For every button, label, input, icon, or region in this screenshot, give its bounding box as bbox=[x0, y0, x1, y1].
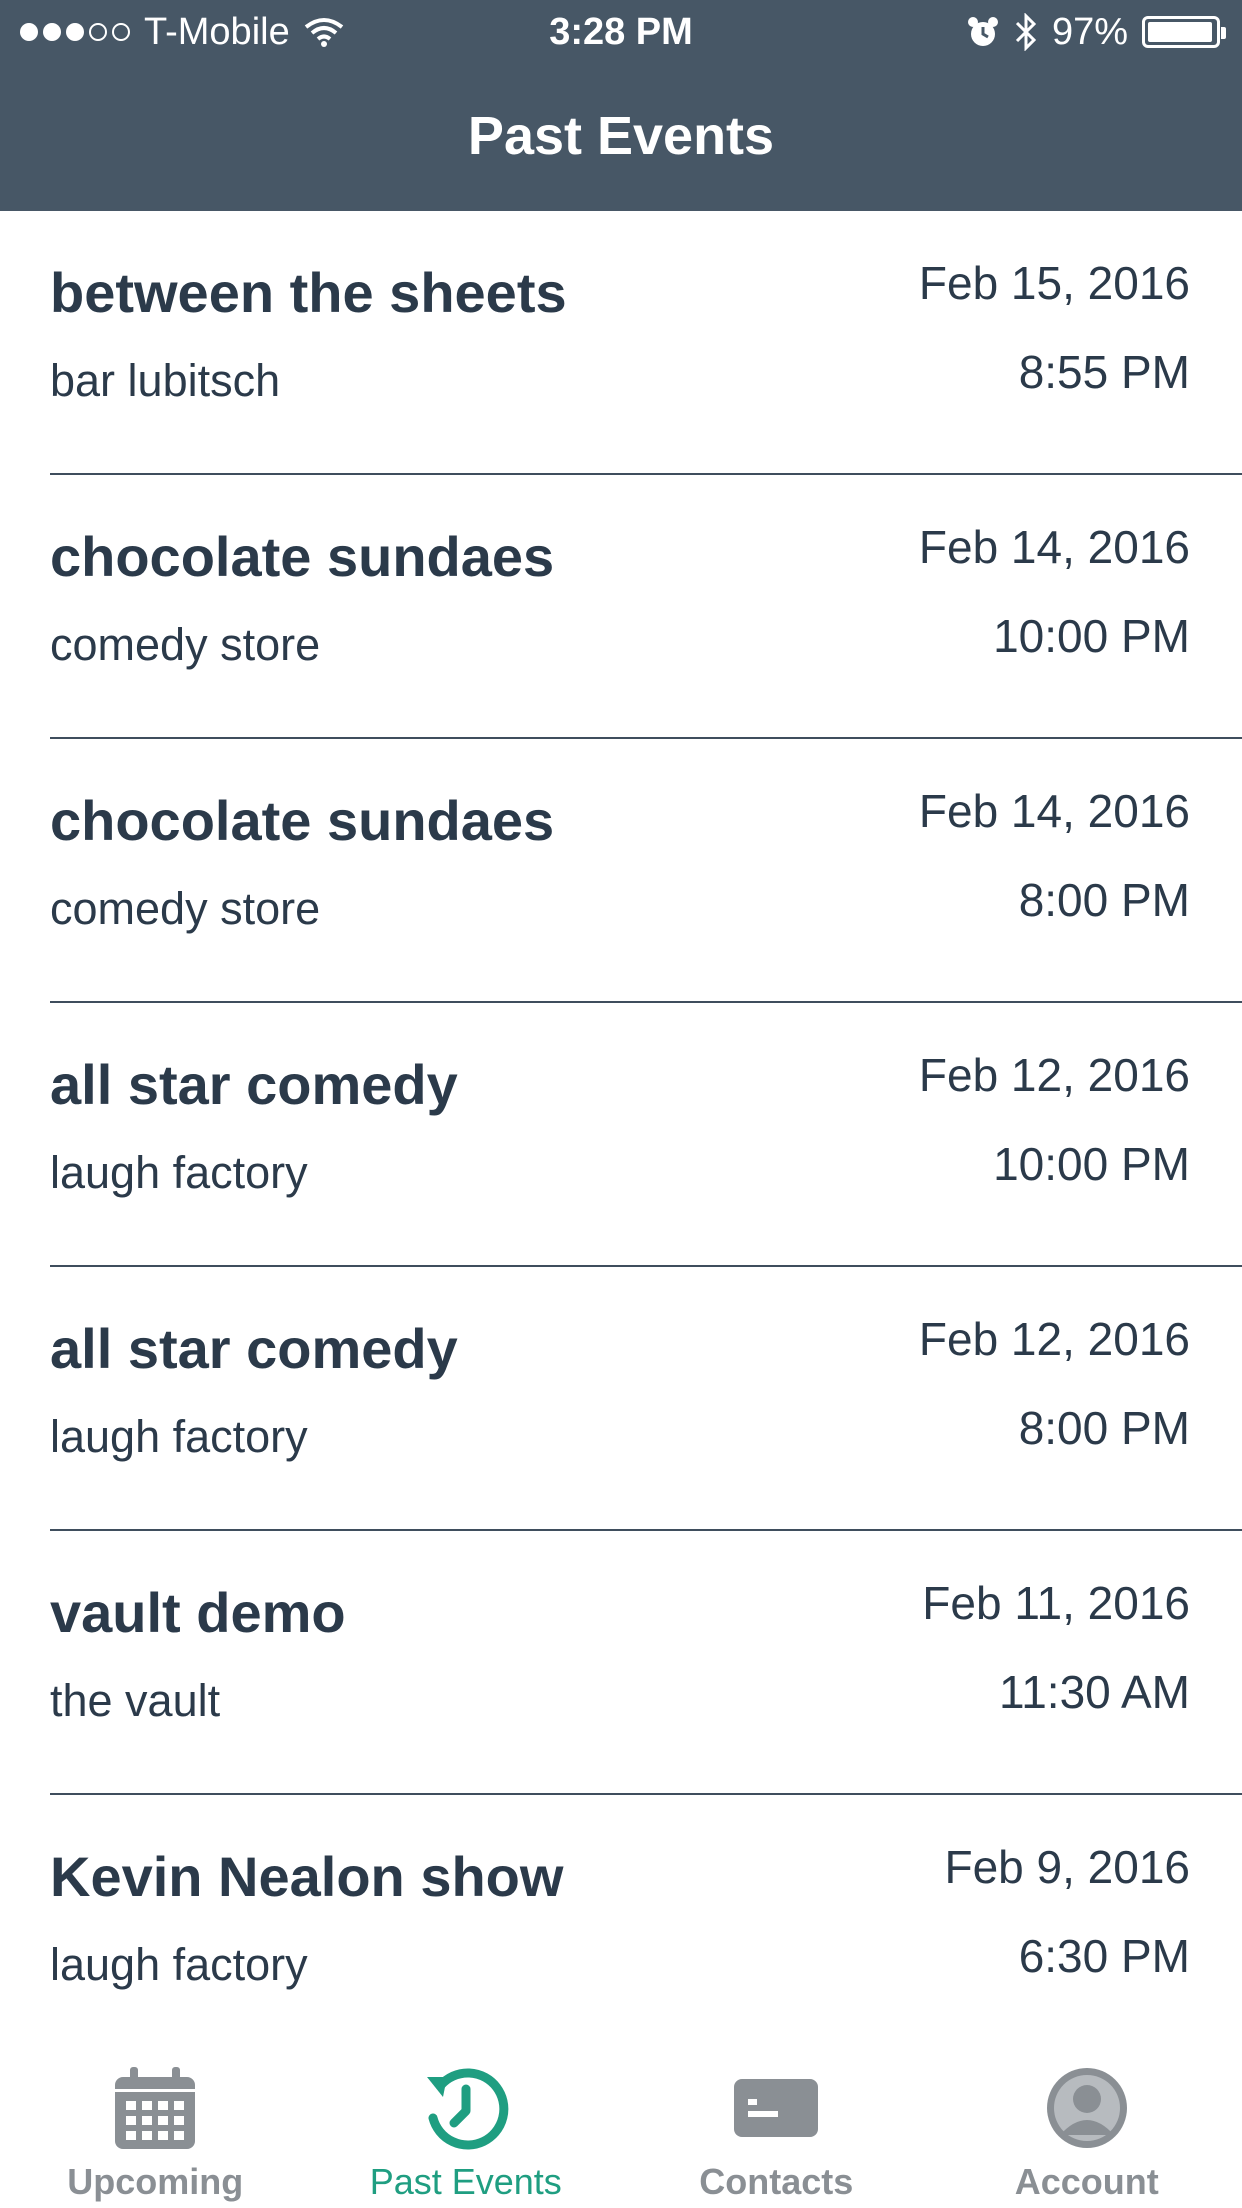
event-venue: laugh factory bbox=[50, 1939, 308, 1990]
navigation-bar: T-Mobile 3:28 PM 97% Past Events bbox=[0, 0, 1242, 211]
event-time: 8:55 PM bbox=[1018, 346, 1190, 398]
event-date: Feb 9, 2016 bbox=[944, 1841, 1190, 1893]
history-icon bbox=[426, 2068, 509, 2150]
event-name: chocolate sundaes bbox=[50, 789, 555, 852]
signal-dot-filled bbox=[66, 23, 84, 41]
event-name: chocolate sundaes bbox=[50, 525, 555, 588]
alarm-icon bbox=[967, 17, 998, 46]
tab-upcoming[interactable]: Upcoming bbox=[0, 2028, 311, 2208]
event-row[interactable]: all star comedy laugh factory Feb 12, 20… bbox=[0, 1003, 1242, 1267]
wifi-icon bbox=[304, 18, 343, 47]
event-time: 11:30 AM bbox=[999, 1666, 1190, 1718]
event-row[interactable]: chocolate sundaes comedy store Feb 14, 2… bbox=[0, 739, 1242, 1003]
page-title: Past Events bbox=[467, 106, 775, 166]
event-venue: comedy store bbox=[50, 883, 321, 934]
event-time: 8:00 PM bbox=[1018, 1402, 1190, 1454]
carrier-name: T-Mobile bbox=[144, 11, 290, 53]
event-name: vault demo bbox=[50, 1581, 346, 1644]
event-name: all star comedy bbox=[50, 1053, 458, 1116]
tab-past-events[interactable]: Past Events bbox=[311, 2028, 622, 2208]
event-name: between the sheets bbox=[50, 261, 567, 324]
status-bar: T-Mobile 3:28 PM 97% bbox=[0, 0, 1242, 64]
battery-percentage: 97% bbox=[1051, 11, 1128, 53]
signal-dot-filled bbox=[43, 23, 61, 41]
signal-dot-empty bbox=[112, 23, 130, 41]
event-time: 6:30 PM bbox=[1018, 1930, 1190, 1982]
event-date: Feb 12, 2016 bbox=[918, 1049, 1190, 1101]
signal-dot-filled bbox=[20, 23, 38, 41]
event-row[interactable]: vault demo the vault Feb 11, 2016 11:30 … bbox=[0, 1531, 1242, 1795]
user-icon bbox=[1046, 2068, 1127, 2148]
status-left: T-Mobile bbox=[20, 0, 344, 64]
battery-fill bbox=[1148, 22, 1212, 42]
battery-icon bbox=[1142, 16, 1226, 48]
event-venue: laugh factory bbox=[50, 1411, 308, 1462]
event-time: 8:00 PM bbox=[1018, 874, 1190, 926]
event-venue: the vault bbox=[50, 1675, 221, 1726]
events-list[interactable]: between the sheets bar lubitsch Feb 15, … bbox=[0, 211, 1242, 2059]
event-date: Feb 14, 2016 bbox=[918, 785, 1190, 837]
tab-upcoming-label: Upcoming bbox=[67, 2161, 244, 2202]
tab-contacts-label: Contacts bbox=[699, 2161, 854, 2202]
event-name: Kevin Nealon show bbox=[50, 1845, 564, 1908]
tab-contacts[interactable]: Contacts bbox=[621, 2028, 932, 2208]
event-row[interactable]: between the sheets bar lubitsch Feb 15, … bbox=[0, 211, 1242, 475]
event-date: Feb 11, 2016 bbox=[922, 1577, 1190, 1629]
event-row[interactable]: chocolate sundaes comedy store Feb 14, 2… bbox=[0, 475, 1242, 739]
event-time: 10:00 PM bbox=[993, 1138, 1190, 1190]
tab-account[interactable]: Account bbox=[932, 2028, 1242, 2208]
signal-strength-icon bbox=[20, 23, 130, 41]
event-date: Feb 14, 2016 bbox=[918, 521, 1190, 573]
event-row[interactable]: all star comedy laugh factory Feb 12, 20… bbox=[0, 1267, 1242, 1531]
event-name: all star comedy bbox=[50, 1317, 458, 1380]
bluetooth-icon bbox=[1015, 13, 1037, 51]
event-date: Feb 12, 2016 bbox=[918, 1313, 1190, 1365]
event-venue: bar lubitsch bbox=[50, 355, 281, 406]
calendar-icon bbox=[115, 2067, 196, 2149]
tab-past-events-label: Past Events bbox=[369, 2161, 562, 2202]
contact-card-icon bbox=[734, 2079, 819, 2137]
event-row[interactable]: Kevin Nealon show laugh factory Feb 9, 2… bbox=[0, 1795, 1242, 2059]
signal-dot-empty bbox=[89, 23, 107, 41]
event-venue: laugh factory bbox=[50, 1147, 308, 1198]
event-venue: comedy store bbox=[50, 619, 321, 670]
tab-account-label: Account bbox=[1014, 2161, 1159, 2202]
status-right: 97% bbox=[966, 0, 1226, 64]
tab-bar: Upcoming Past Events Contacts Account bbox=[0, 2028, 1242, 2208]
event-date: Feb 15, 2016 bbox=[918, 257, 1190, 309]
battery-nub bbox=[1221, 27, 1226, 39]
event-time: 10:00 PM bbox=[993, 610, 1190, 662]
